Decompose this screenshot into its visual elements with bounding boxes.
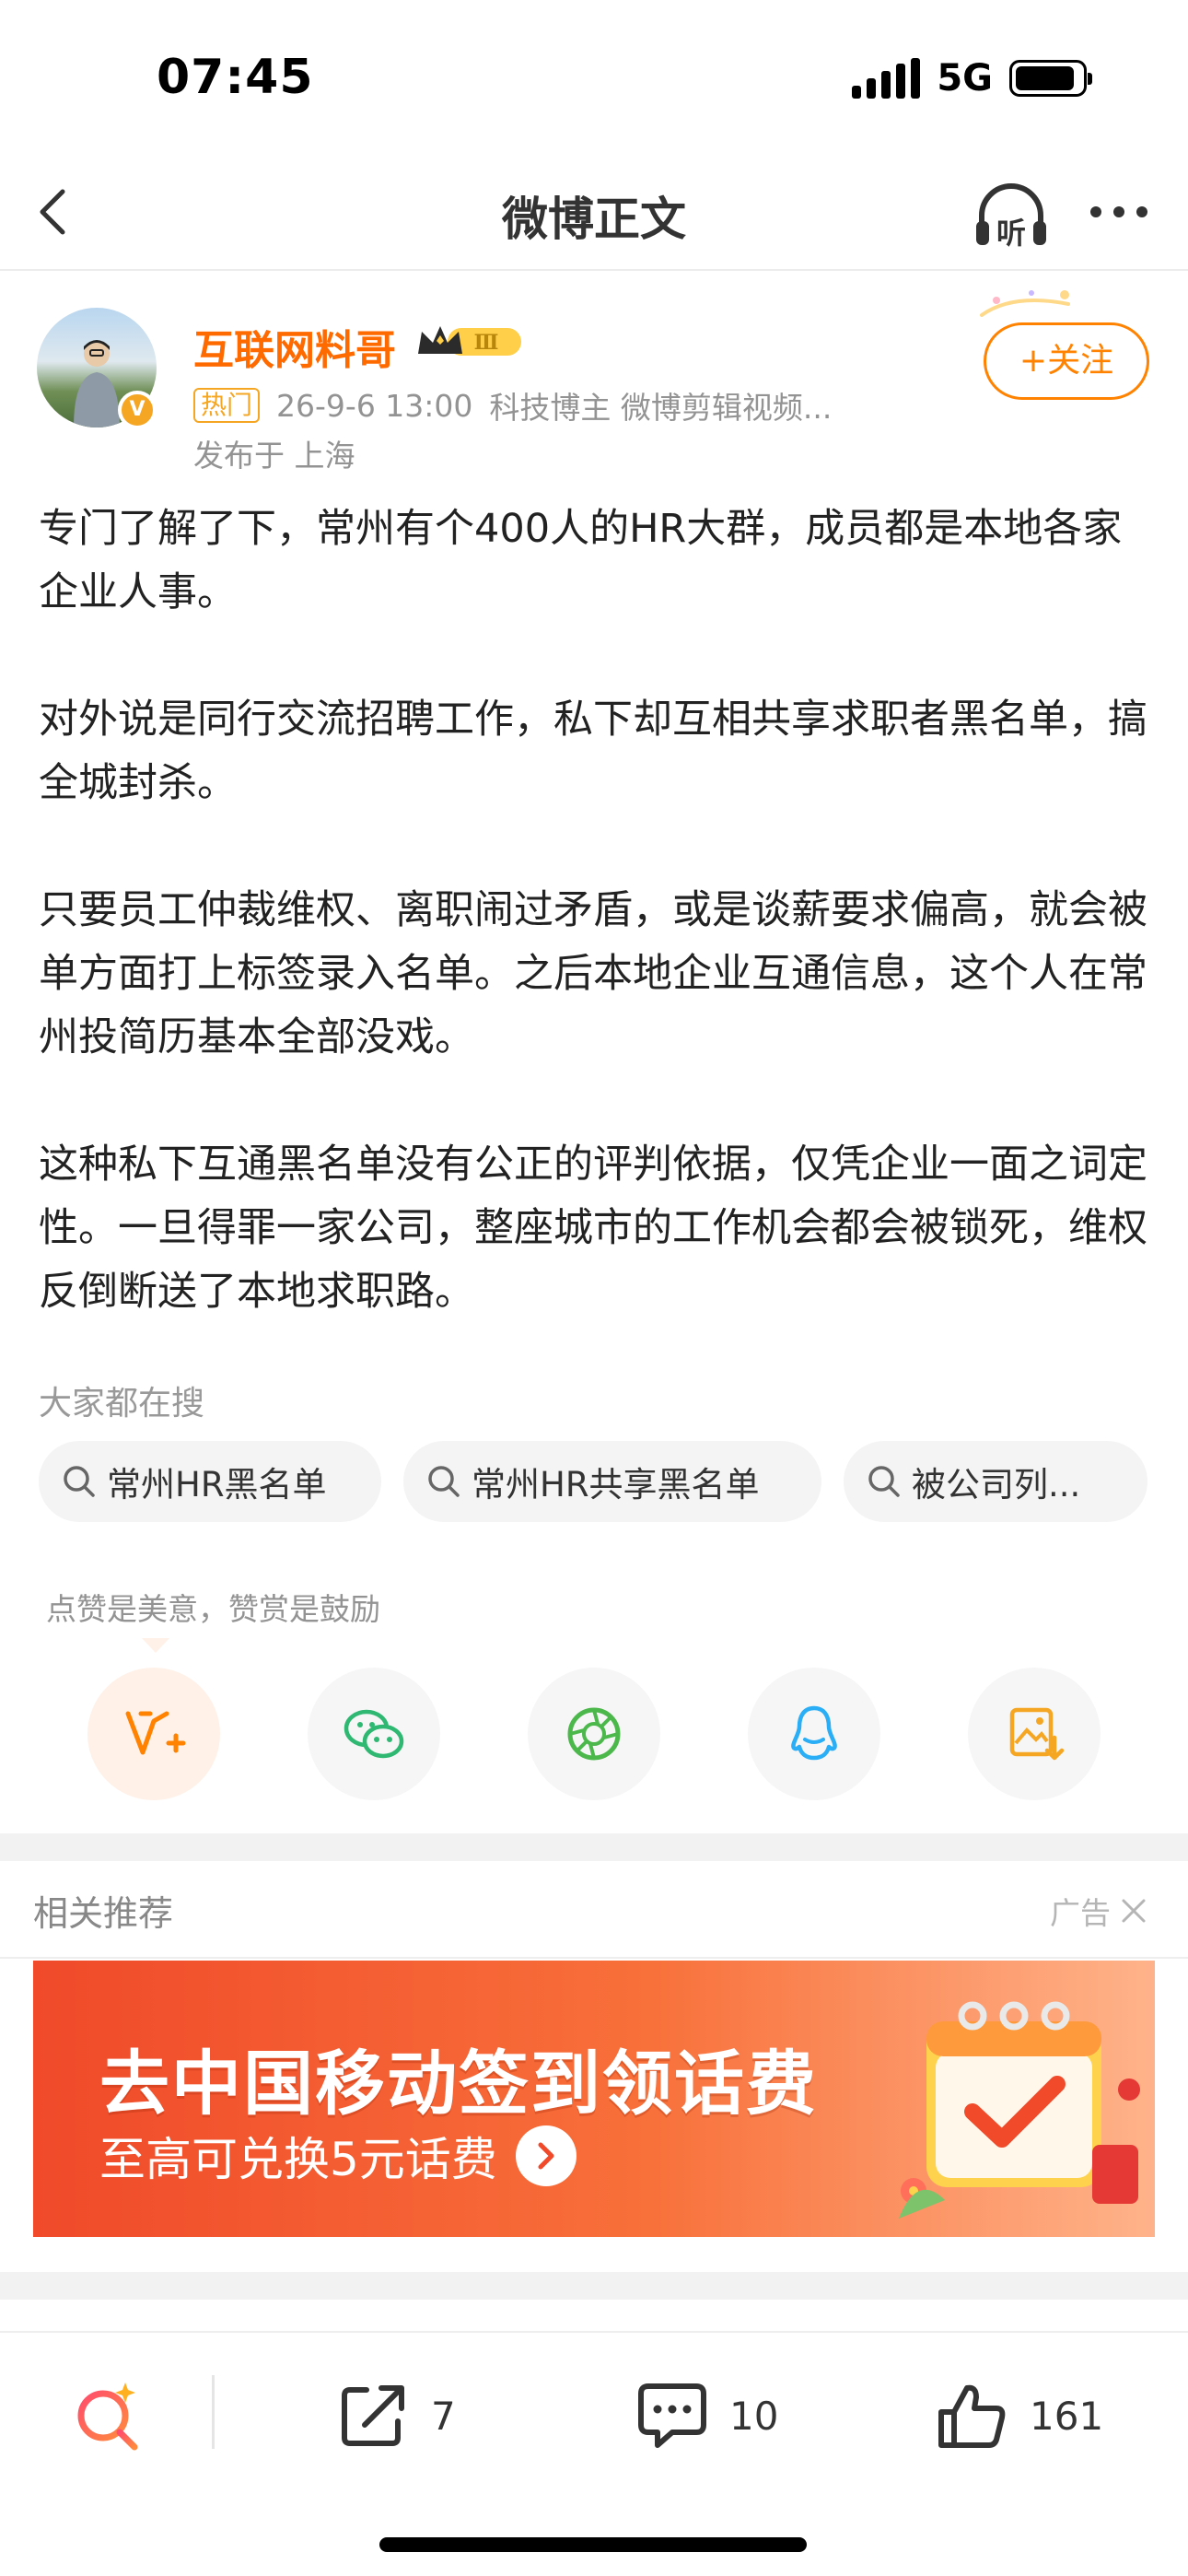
encourage-text: 点赞是美意，赞赏是鼓励: [46, 1591, 380, 1627]
section-separator: [0, 2272, 1188, 2300]
search-icon: [868, 1466, 900, 1497]
reward-v-icon: [125, 1711, 186, 1755]
chevron-right-icon: [515, 2125, 577, 2186]
wechat-icon: [344, 1709, 404, 1759]
like-count: 161: [1030, 2393, 1104, 2439]
sparkle-decoration-icon: [980, 290, 1070, 317]
repost-button[interactable]: 7: [337, 2381, 456, 2451]
qq-icon: [791, 1705, 837, 1761]
level-crown-icon: Ⅲ: [418, 326, 521, 356]
search-chip-label: 常州HR黑名单: [107, 1465, 327, 1505]
post-timestamp: 26-9-6 13:00: [276, 387, 473, 424]
trending-search-chips: 常州HR黑名单 常州HR共享黑名单 被公司列...: [39, 1441, 1147, 1522]
headphone-listen-icon[interactable]: 听: [973, 179, 1050, 252]
search-icon: [428, 1466, 460, 1497]
more-dots-icon[interactable]: [1087, 193, 1151, 230]
share-moments-button[interactable]: [528, 1668, 660, 1800]
banner-subtitle-row: 至高可兑换5元话费: [99, 2123, 577, 2189]
signal-icon: [852, 58, 921, 99]
ad-label: 广告: [1050, 1895, 1111, 1931]
close-icon: [1122, 1899, 1146, 1923]
author-name[interactable]: 互联网料哥: [193, 317, 396, 376]
ad-banner[interactable]: 去中国移动签到领话费 至高可兑换5元话费: [33, 1961, 1155, 2237]
ad-close-button[interactable]: 广告: [1050, 1889, 1149, 1933]
nav-bar: 微博正文 听: [0, 157, 1188, 271]
share-wechat-button[interactable]: [308, 1668, 440, 1800]
banner-title: 去中国移动签到领话费: [99, 2043, 818, 2125]
status-time: 07:45: [157, 50, 314, 105]
repost-count: 7: [431, 2393, 456, 2439]
post-paragraph: 对外说是同行交流招聘工作，私下却互相共享求职者黑名单，搞全城封杀。: [39, 697, 1147, 806]
post-paragraph: 这种私下互通黑名单没有公正的评判依据，仅凭企业一面之词定性。一旦得罪一家公司，整…: [39, 1142, 1147, 1315]
avatar-person-image: [74, 340, 120, 427]
verified-badge: V: [118, 391, 157, 429]
post-paragraph: 只要员工仲裁维权、离职闹过矛盾，或是谈薪要求偏高，就会被单方面打上标签录入名单。…: [39, 887, 1147, 1060]
hot-tag: 热门: [193, 388, 261, 423]
post-meta: 热门 26-9-6 13:00 科技博主 微博剪辑视频...: [193, 383, 832, 427]
repost-icon: [342, 2385, 404, 2446]
home-indicator[interactable]: [379, 2537, 807, 2552]
search-icon: [64, 1466, 95, 1497]
search-chip[interactable]: 常州HR黑名单: [39, 1441, 381, 1522]
moments-icon: [567, 1707, 621, 1761]
comment-icon: [638, 2383, 706, 2448]
search-chip[interactable]: 被公司列...: [844, 1441, 1147, 1522]
divider: [0, 1957, 1188, 1959]
bottom-action-bar: 7 10 161: [0, 2331, 1188, 2488]
search-chip-label: 常州HR共享黑名单: [472, 1465, 760, 1505]
listen-label: 听: [996, 216, 1026, 251]
section-separator: [0, 1833, 1188, 1861]
save-image-button[interactable]: [968, 1668, 1101, 1800]
search-chip-label: 被公司列...: [912, 1465, 1081, 1505]
post-paragraph: 专门了解了下，常州有个400人的HR大群，成员都是本地各家企业人事。: [39, 506, 1123, 615]
thumbs-up-icon: [938, 2384, 1006, 2448]
battery-icon: [1009, 60, 1092, 97]
post-content: 专门了解了下，常州有个400人的HR大群，成员都是本地各家企业人事。 对外说是同…: [39, 498, 1153, 1324]
like-button[interactable]: 161: [936, 2381, 1103, 2451]
comment-count: 10: [729, 2393, 779, 2439]
follow-button[interactable]: +关注: [984, 322, 1149, 400]
comment-button[interactable]: 10: [635, 2381, 778, 2451]
reward-button[interactable]: [87, 1668, 220, 1800]
search-chip[interactable]: 常州HR共享黑名单: [403, 1441, 821, 1522]
share-row: [87, 1668, 1101, 1800]
author-tags: 科技博主 微博剪辑视频...: [489, 390, 833, 426]
status-indicators: 5G: [852, 57, 1092, 100]
calendar-check-illustration: [899, 2001, 1140, 2219]
trending-search-title: 大家都在搜: [39, 1385, 205, 1423]
post-location: 发布于 上海: [193, 438, 355, 474]
network-label: 5G: [937, 57, 993, 100]
level-badge: Ⅲ: [474, 331, 499, 355]
recommend-title: 相关推荐: [33, 1893, 174, 1934]
divider: [212, 2375, 215, 2449]
ai-search-icon[interactable]: [72, 2379, 146, 2453]
banner-subtitle: 至高可兑换5元话费: [99, 2133, 497, 2186]
save-image-icon: [1009, 1707, 1065, 1761]
status-bar: 07:45 5G: [0, 0, 1188, 157]
pointer-triangle: [142, 1638, 169, 1653]
share-qq-button[interactable]: [748, 1668, 880, 1800]
